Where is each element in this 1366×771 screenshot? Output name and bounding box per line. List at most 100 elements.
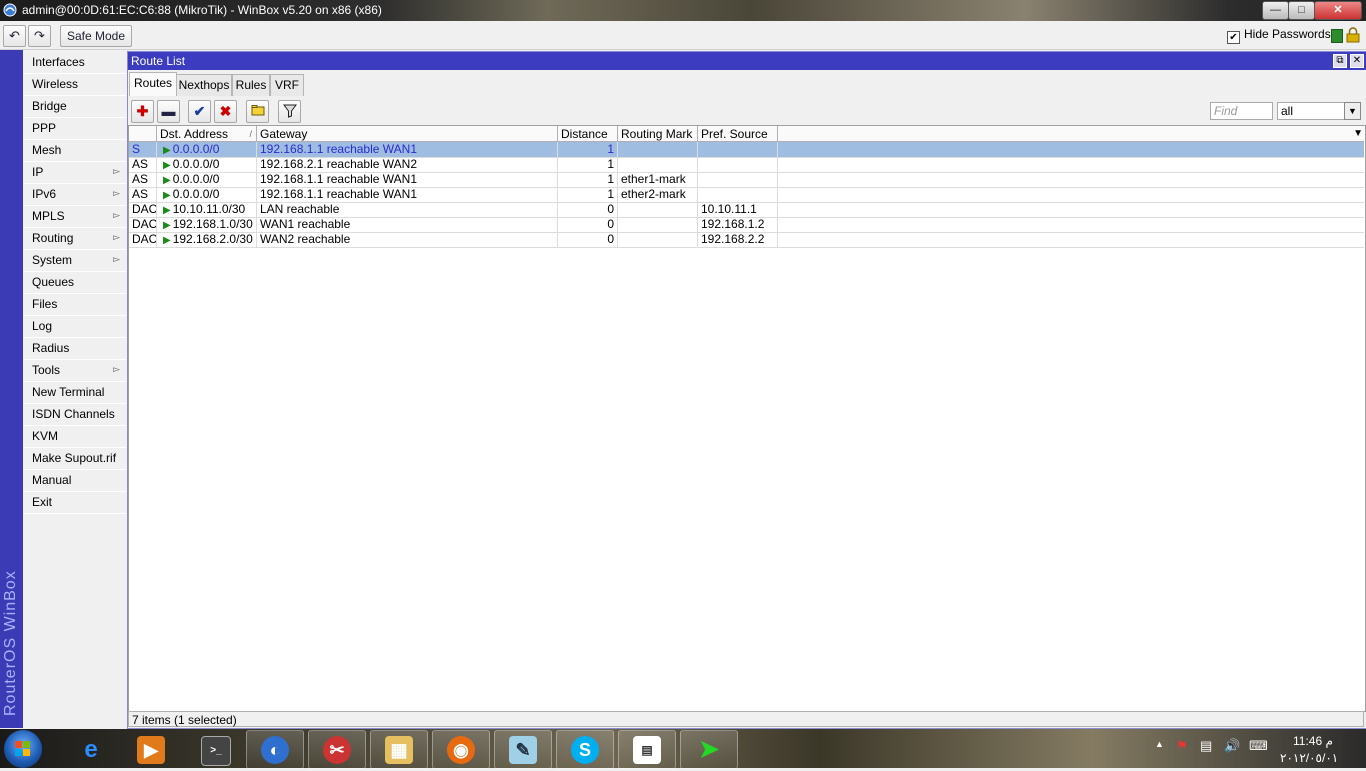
col-pref-source-header[interactable]: Pref. Source <box>698 126 778 142</box>
close-button[interactable]: ✕ <box>1314 1 1362 20</box>
col-distance-header[interactable]: Distance <box>558 126 618 142</box>
taskbar-notepad[interactable]: ▤ <box>618 730 676 769</box>
sidebar-item-ip[interactable]: IP ▻ <box>24 162 126 184</box>
filter-icon[interactable] <box>278 100 301 123</box>
network-icon[interactable]: ▤ <box>1200 738 1212 754</box>
sidebar-item-bridge[interactable]: Bridge <box>24 96 126 118</box>
cell-pref-source <box>698 142 778 157</box>
cell-distance-text: 1 <box>607 157 614 171</box>
cell-pref-source: 10.10.11.1 <box>698 202 778 217</box>
taskbar-snipping-tool[interactable]: ✂ <box>308 730 366 769</box>
taskbar-notes[interactable]: ✎ <box>494 730 552 769</box>
sidebar-item-interfaces[interactable]: Interfaces <box>24 52 126 74</box>
hide-passwords-checkbox[interactable]: ✔ Hide Passwords <box>1227 27 1331 44</box>
taskbar-skype[interactable]: S <box>556 730 614 769</box>
redo-button[interactable]: ↷ <box>28 25 51 47</box>
taskbar-media-player[interactable]: ▶ <box>122 730 180 769</box>
cell-pref-source <box>698 172 778 187</box>
sidebar-item-mpls[interactable]: MPLS ▻ <box>24 206 126 228</box>
col-routing-mark-header[interactable]: Routing Mark <box>618 126 698 142</box>
minimize-button[interactable]: — <box>1262 1 1289 20</box>
taskbar-app-green[interactable]: ➤ <box>680 730 738 769</box>
sidebar-item-radius[interactable]: Radius <box>24 338 126 360</box>
scissors-icon: ✂ <box>323 736 351 764</box>
lock-icon <box>1346 27 1360 43</box>
table-row[interactable]: AS ▶ 0.0.0.0/0 192.168.1.1 reachable WAN1 1 e… <box>129 172 1364 188</box>
table-row[interactable]: S ▶ 0.0.0.0/0 192.168.1.1 reachable WAN1 1 <box>129 142 1364 158</box>
col-spacer-header <box>778 126 1364 142</box>
hide-passwords-label: Hide Passwords <box>1244 27 1331 41</box>
sidebar-item-isdn-channels[interactable]: ISDN Channels <box>24 404 126 426</box>
sidebar-item-exit[interactable]: Exit <box>24 492 126 514</box>
col-dst-address-header[interactable]: Dst. Address / <box>157 126 257 142</box>
taskbar-ie[interactable]: e <box>62 730 120 769</box>
volume-icon[interactable]: 🔊 <box>1224 738 1240 754</box>
checkbox-box[interactable]: ✔ <box>1227 31 1240 44</box>
cell-gateway: 192.168.1.1 reachable WAN1 <box>257 187 558 202</box>
sidebar-item-system[interactable]: System ▻ <box>24 250 126 272</box>
filter-scope-select[interactable]: all <box>1277 102 1347 120</box>
skype-icon: S <box>571 736 599 764</box>
column-menu-chevron-icon[interactable]: ▼ <box>1353 126 1363 142</box>
col-gateway-header[interactable]: Gateway <box>257 126 558 142</box>
close-window-icon[interactable]: ✕ <box>1350 54 1364 68</box>
taskbar-cmd[interactable]: >_ <box>186 730 244 769</box>
taskbar-explorer[interactable]: ▦ <box>370 730 428 769</box>
status-bar: 7 items (1 selected) <box>128 711 1364 727</box>
maximize-button[interactable]: □ <box>1288 1 1315 20</box>
sidebar-item-wireless[interactable]: Wireless <box>24 74 126 96</box>
sidebar-item-kvm[interactable]: KVM <box>24 426 126 448</box>
disable-x-icon[interactable]: ✖ <box>214 100 237 123</box>
cell-distance-text: 0 <box>607 217 614 231</box>
sidebar-brand-strip: RouterOS WinBox <box>0 50 23 728</box>
route-list-titlebar[interactable]: Route List ⧉ ✕ <box>128 52 1366 70</box>
cell-distance: 1 <box>558 172 618 187</box>
submenu-arrow-icon: ▻ <box>113 210 120 220</box>
sidebar-item-ppp[interactable]: PPP <box>24 118 126 140</box>
undo-button[interactable]: ↶ <box>3 25 26 47</box>
sidebar-item-make-supout[interactable]: Make Supout.rif <box>24 448 126 470</box>
col-flags-header[interactable] <box>129 126 157 142</box>
sidebar-item-routing[interactable]: Routing ▻ <box>24 228 126 250</box>
sidebar-item-new-terminal[interactable]: New Terminal <box>24 382 126 404</box>
sidebar-item-label: System <box>32 253 73 267</box>
enable-check-icon[interactable]: ✔ <box>188 100 211 123</box>
clock-time[interactable]: 11:46 م <box>1293 734 1333 748</box>
keyboard-language-icon[interactable]: ⌨ <box>1249 738 1268 754</box>
tab-routes[interactable]: Routes <box>129 72 177 96</box>
sidebar-item-log[interactable]: Log <box>24 316 126 338</box>
remove-icon[interactable]: ▬ <box>157 100 180 123</box>
chevron-down-icon[interactable]: ▼ <box>1344 102 1361 120</box>
taskbar-firefox[interactable]: ◉ <box>432 730 490 769</box>
tab-nexthops[interactable]: Nexthops <box>176 74 232 96</box>
sidebar-item-ipv6[interactable]: IPv6 ▻ <box>24 184 126 206</box>
start-button[interactable] <box>4 730 42 768</box>
tab-rules[interactable]: Rules <box>232 74 270 96</box>
table-row[interactable]: DAC ▶ 192.168.2.0/30 WAN2 reachable 0 192.168… <box>129 232 1364 248</box>
add-icon[interactable]: ✚ <box>131 100 154 123</box>
cell-dst-address: ▶ 192.168.2.0/30 <box>157 232 257 247</box>
taskbar-winbox[interactable]: ◐ <box>246 730 304 769</box>
table-row[interactable]: AS ▶ 0.0.0.0/0 192.168.1.1 reachable WAN1 1 e… <box>129 187 1364 203</box>
cell-dst-address-text: 0.0.0.0/0 <box>172 172 220 186</box>
route-actions-toolbar: ✚ ▬ ✔ ✖ Find all ▼ <box>128 99 1366 123</box>
sidebar-item-mesh[interactable]: Mesh <box>24 140 126 162</box>
sidebar-item-files[interactable]: Files <box>24 294 126 316</box>
sidebar-item-tools[interactable]: Tools ▻ <box>24 360 126 382</box>
cell-dst-address: ▶ 10.10.11.0/30 <box>157 202 257 217</box>
cell-gateway: 192.168.2.1 reachable WAN2 <box>257 157 558 172</box>
comment-icon[interactable] <box>246 100 269 123</box>
sidebar-item-manual[interactable]: Manual <box>24 470 126 492</box>
folder-icon: ▦ <box>385 736 413 764</box>
action-center-flag-icon[interactable]: ⚑ <box>1176 738 1188 754</box>
restore-window-icon[interactable]: ⧉ <box>1333 54 1347 68</box>
sidebar-item-queues[interactable]: Queues <box>24 272 126 294</box>
clock-date[interactable]: ٢٠١٢/٠٥/٠١ <box>1280 751 1338 765</box>
find-input[interactable]: Find <box>1210 102 1273 120</box>
safe-mode-button[interactable]: Safe Mode <box>60 25 132 47</box>
table-row[interactable]: AS ▶ 0.0.0.0/0 192.168.2.1 reachable WAN2 1 <box>129 157 1364 173</box>
show-hidden-icons-icon[interactable]: ▲ <box>1155 739 1164 749</box>
table-row[interactable]: DAC ▶ 192.168.1.0/30 WAN1 reachable 0 192.168… <box>129 217 1364 233</box>
tab-vrf[interactable]: VRF <box>270 74 304 96</box>
table-row[interactable]: DAC ▶ 10.10.11.0/30 LAN reachable 0 10.10.11.… <box>129 202 1364 218</box>
